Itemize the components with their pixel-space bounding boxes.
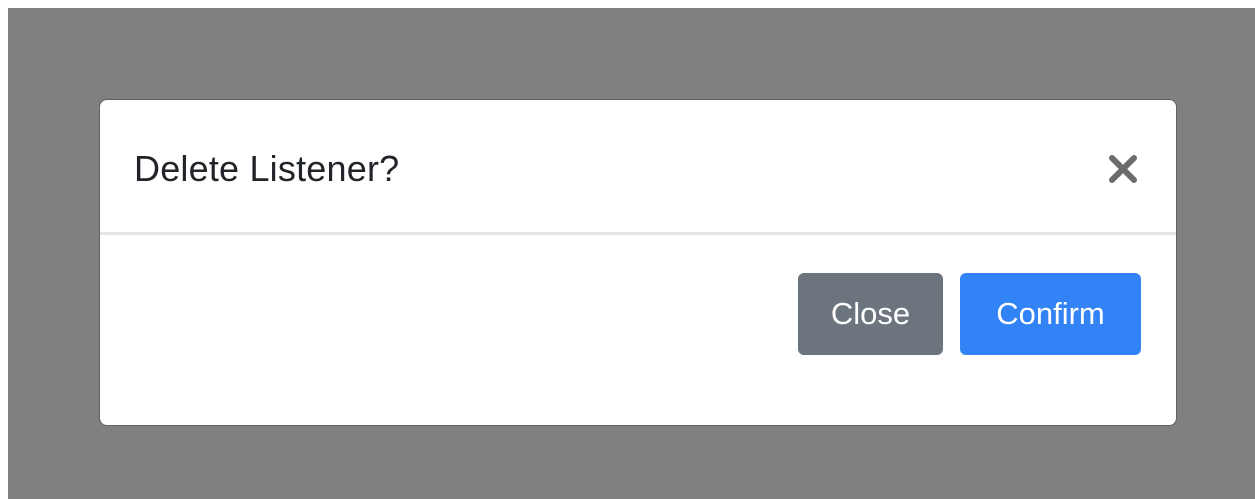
modal-footer: Close Confirm bbox=[100, 238, 1176, 425]
close-x-glyph bbox=[1109, 155, 1137, 183]
delete-listener-dialog: Delete Listener? Close Confirm bbox=[99, 99, 1177, 426]
modal-backdrop[interactable]: Delete Listener? Close Confirm bbox=[8, 8, 1255, 499]
confirm-button[interactable]: Confirm bbox=[960, 273, 1141, 355]
close-button[interactable]: Close bbox=[798, 273, 943, 355]
close-icon[interactable] bbox=[1106, 152, 1140, 186]
modal-title: Delete Listener? bbox=[134, 148, 400, 189]
modal-header: Delete Listener? bbox=[100, 100, 1176, 235]
